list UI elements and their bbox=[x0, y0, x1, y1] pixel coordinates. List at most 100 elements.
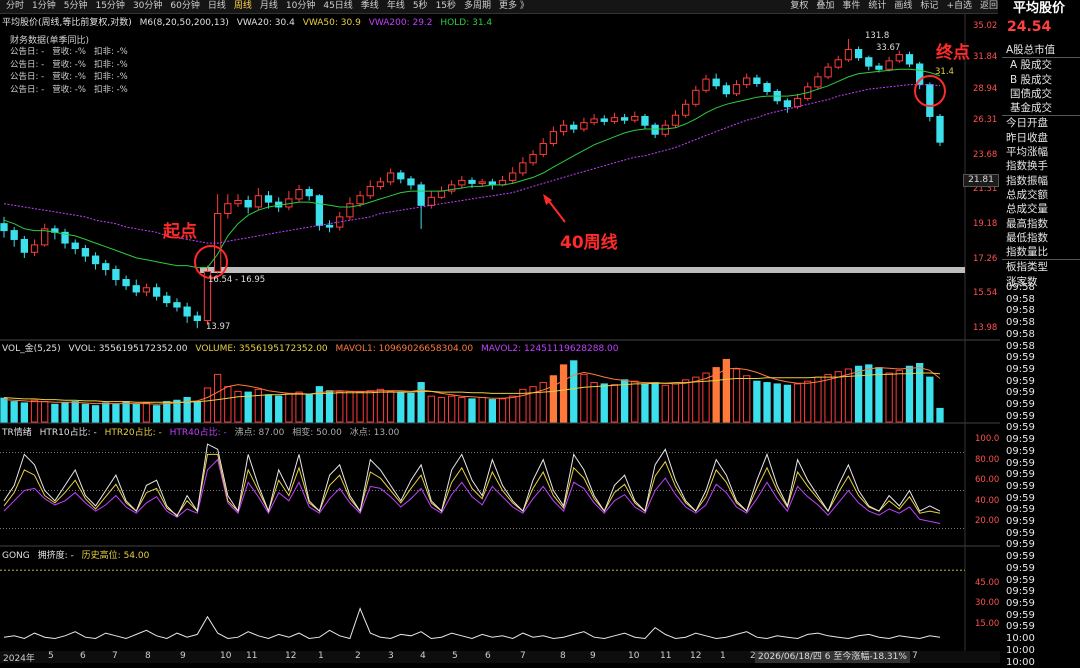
candle-body bbox=[744, 78, 750, 85]
volume-bar bbox=[408, 393, 414, 422]
tool-1[interactable]: 叠加 bbox=[812, 0, 838, 13]
tab-12[interactable]: 年线 bbox=[383, 0, 409, 13]
price-tick: 31.84 bbox=[973, 52, 997, 62]
side-menu-item[interactable]: 总成交量 bbox=[1002, 202, 1080, 216]
candle-body bbox=[611, 118, 617, 122]
candle-body bbox=[31, 245, 37, 252]
volume-bar bbox=[784, 385, 790, 422]
candle-body bbox=[72, 243, 78, 248]
volume-bar bbox=[642, 384, 648, 422]
side-menu-item[interactable]: 最低指数 bbox=[1002, 231, 1080, 245]
volume-bar bbox=[937, 408, 943, 422]
tab-8[interactable]: 月线 bbox=[256, 0, 282, 13]
volume-bar bbox=[398, 392, 404, 422]
volume-bar bbox=[31, 400, 37, 422]
tool-4[interactable]: 画线 bbox=[890, 0, 916, 13]
tr-tick: 60.00 bbox=[975, 475, 999, 485]
volume-bar bbox=[306, 395, 312, 422]
tool-6[interactable]: +自选 bbox=[942, 0, 976, 13]
candle-body bbox=[591, 119, 597, 123]
side-menu-item[interactable]: 昨日收盘 bbox=[1002, 131, 1080, 145]
candle-body bbox=[408, 179, 414, 185]
date-tick: 5 bbox=[48, 651, 54, 661]
side-menu-item[interactable]: 指数振幅 bbox=[1002, 174, 1080, 188]
tab-2[interactable]: 5分钟 bbox=[60, 0, 92, 13]
candle-body bbox=[560, 125, 566, 131]
date-tick: 11 bbox=[246, 651, 257, 661]
current-price: 24.54 bbox=[1007, 19, 1051, 35]
time-cell: 09:59 bbox=[1006, 434, 1042, 446]
time-cell: 09:59 bbox=[1006, 481, 1042, 493]
tab-15[interactable]: 多周期 bbox=[460, 0, 495, 13]
tab-16[interactable]: 更多 》 bbox=[495, 0, 533, 13]
side-menu-item[interactable]: B 股成交 bbox=[1002, 73, 1080, 87]
candle-body bbox=[632, 116, 638, 120]
side-menu-item[interactable]: 国债成交 bbox=[1002, 87, 1080, 101]
volume-bar bbox=[42, 402, 48, 422]
volume-bar bbox=[611, 385, 617, 422]
ma40-label: 40周线 bbox=[560, 228, 618, 253]
tab-10[interactable]: 45日线 bbox=[319, 0, 356, 13]
side-menu-item[interactable]: 基金成交 bbox=[1002, 101, 1080, 115]
time-column: 09:5809:5809:5809:5809:5809:5809:5909:59… bbox=[1006, 282, 1042, 668]
volume-bar bbox=[682, 380, 688, 422]
date-tick: 1 bbox=[720, 651, 726, 661]
volume-bar bbox=[265, 395, 271, 422]
volume-bar bbox=[550, 376, 556, 422]
side-menu-item[interactable]: 今日开盘 bbox=[1002, 115, 1080, 130]
tool-2[interactable]: 事件 bbox=[838, 0, 864, 13]
volume-bar bbox=[805, 381, 811, 422]
volume-bar bbox=[621, 380, 627, 422]
tab-5[interactable]: 60分钟 bbox=[166, 0, 203, 13]
volume-bar bbox=[744, 376, 750, 422]
time-cell: 10:00 bbox=[1006, 633, 1042, 645]
volume-bar bbox=[855, 366, 861, 422]
side-menu-item[interactable]: 平均涨幅 bbox=[1002, 145, 1080, 159]
side-menu-item[interactable]: 指数换手 bbox=[1002, 159, 1080, 173]
side-menu-item[interactable]: A 股成交 bbox=[1002, 57, 1080, 72]
volume-bar bbox=[418, 383, 424, 422]
candle-body bbox=[326, 225, 332, 227]
ice-value: 冰点: 13.00 bbox=[350, 428, 400, 438]
candle-body bbox=[876, 66, 882, 69]
volume-bar bbox=[815, 377, 821, 422]
date-tick: 8 bbox=[560, 651, 566, 661]
tool-5[interactable]: 标记 bbox=[916, 0, 942, 13]
vwa200-label: VWA200: 29.2 bbox=[369, 18, 433, 28]
tab-11[interactable]: 季线 bbox=[357, 0, 383, 13]
tab-6[interactable]: 日线 bbox=[204, 0, 230, 13]
candle-body bbox=[113, 270, 119, 280]
side-menu-item[interactable]: 最高指数 bbox=[1002, 217, 1080, 231]
price-box: 21.81 bbox=[963, 174, 999, 187]
volume-bar bbox=[479, 398, 485, 422]
tab-14[interactable]: 15秒 bbox=[432, 0, 460, 13]
tab-7[interactable]: 周线 bbox=[230, 0, 256, 13]
price-tick: 17.26 bbox=[973, 254, 997, 264]
tab-3[interactable]: 15分钟 bbox=[91, 0, 128, 13]
neutral-value: 相变: 50.00 bbox=[292, 428, 342, 438]
tab-0[interactable]: 分时 bbox=[2, 0, 28, 13]
tab-13[interactable]: 5秒 bbox=[409, 0, 432, 13]
tab-4[interactable]: 30分钟 bbox=[129, 0, 166, 13]
time-cell: 09:59 bbox=[1006, 598, 1042, 610]
candle-body bbox=[133, 286, 139, 292]
candle-body bbox=[510, 173, 516, 180]
end-point-label: 终点 bbox=[936, 38, 970, 63]
side-menu-item[interactable]: A股总市值 bbox=[1002, 43, 1080, 57]
tool-0[interactable]: 复权 bbox=[786, 0, 812, 13]
side-menu-item[interactable]: 总成交额 bbox=[1002, 188, 1080, 202]
volume-bar bbox=[591, 383, 597, 422]
gong-line bbox=[4, 609, 940, 639]
gong-header: GONG 拥挤度: - 历史高位: 54.00 bbox=[2, 548, 154, 561]
volume-bar bbox=[927, 377, 933, 422]
volume-bar bbox=[906, 366, 912, 422]
tool-3[interactable]: 统计 bbox=[864, 0, 890, 13]
volume-bar bbox=[916, 364, 922, 422]
candle-body bbox=[1, 224, 7, 231]
side-menu-item[interactable]: 指数量比 bbox=[1002, 245, 1080, 259]
tab-9[interactable]: 10分钟 bbox=[282, 0, 319, 13]
tab-1[interactable]: 1分钟 bbox=[28, 0, 60, 13]
side-menu-item[interactable]: 板指类型 bbox=[1002, 259, 1080, 274]
time-cell: 09:59 bbox=[1006, 551, 1042, 563]
volume-bar bbox=[520, 389, 526, 422]
